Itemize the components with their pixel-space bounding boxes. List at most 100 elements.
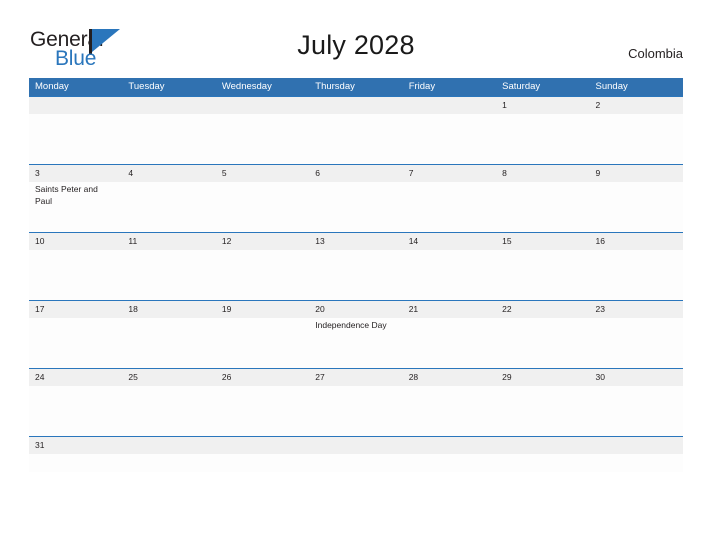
day-cell-empty <box>402 437 497 454</box>
day-of-week-wednesday: Wednesday <box>221 81 272 92</box>
day-events-14 <box>403 250 496 300</box>
day-events-13 <box>309 250 402 300</box>
day-events-24 <box>29 386 122 436</box>
country-label: Colombia <box>628 46 683 61</box>
day-cell-17[interactable]: 17 <box>29 301 123 318</box>
day-cell-31[interactable]: 31 <box>29 437 123 454</box>
day-events-empty <box>403 454 496 472</box>
day-cell-20[interactable]: 20 <box>309 301 403 318</box>
day-number <box>29 97 123 114</box>
week-daynumber-strip: 17 18 19 20 21 22 23 <box>29 301 683 318</box>
day-cell-12[interactable]: 12 <box>215 233 310 250</box>
day-cell-15[interactable]: 15 <box>496 233 590 250</box>
day-cell-24[interactable]: 24 <box>29 369 123 386</box>
calendar-week-row: 3 4 5 6 7 8 9 Saints Peter and Paul <box>29 164 683 232</box>
day-cell-empty <box>215 437 310 454</box>
day-cell-22[interactable]: 22 <box>496 301 590 318</box>
day-cell-10[interactable]: 10 <box>29 233 123 250</box>
day-cell-8[interactable]: 8 <box>496 165 590 182</box>
day-events-20: Independence Day <box>309 318 402 368</box>
day-cell-empty <box>589 437 683 454</box>
day-number: 21 <box>402 301 497 318</box>
day-number: 1 <box>496 97 590 114</box>
day-events-empty <box>29 114 122 164</box>
day-cell-empty <box>122 437 216 454</box>
day-number <box>215 437 310 454</box>
day-cell-26[interactable]: 26 <box>215 369 310 386</box>
day-cell-7[interactable]: 7 <box>402 165 497 182</box>
day-events-empty <box>403 114 496 164</box>
week-daynumber-strip: 10 11 12 13 14 15 16 <box>29 233 683 250</box>
day-number: 6 <box>309 165 403 182</box>
day-number: 18 <box>122 301 216 318</box>
day-number <box>122 97 216 114</box>
day-events-empty <box>122 114 215 164</box>
day-cell-18[interactable]: 18 <box>122 301 216 318</box>
day-events-9 <box>590 182 683 232</box>
day-cell-11[interactable]: 11 <box>122 233 216 250</box>
day-number: 8 <box>496 165 590 182</box>
day-cell-23[interactable]: 23 <box>589 301 683 318</box>
day-of-week-header: Monday Tuesday Wednesday Thursday Friday Satu… <box>29 78 683 96</box>
day-cell-6[interactable]: 6 <box>309 165 403 182</box>
day-cell-30[interactable]: 30 <box>589 369 683 386</box>
day-number: 9 <box>589 165 683 182</box>
day-cell-2[interactable]: 2 <box>589 97 683 114</box>
day-number: 23 <box>589 301 683 318</box>
day-events-empty <box>309 114 402 164</box>
day-events-3: Saints Peter and Paul <box>29 182 122 232</box>
day-number <box>589 437 683 454</box>
day-number: 2 <box>589 97 683 114</box>
day-cell-3[interactable]: 3 <box>29 165 123 182</box>
day-events-16 <box>590 250 683 300</box>
day-number <box>122 437 216 454</box>
day-cell-empty <box>215 97 310 114</box>
day-cell-1[interactable]: 1 <box>496 97 590 114</box>
week-daynumber-strip: 12 <box>29 97 683 114</box>
day-events-27 <box>309 386 402 436</box>
day-number: 24 <box>29 369 123 386</box>
day-number: 25 <box>122 369 216 386</box>
day-cell-16[interactable]: 16 <box>589 233 683 250</box>
day-events-7 <box>403 182 496 232</box>
day-number: 26 <box>215 369 310 386</box>
day-cell-empty <box>29 97 123 114</box>
day-cell-5[interactable]: 5 <box>215 165 310 182</box>
day-events-11 <box>122 250 215 300</box>
day-number: 11 <box>122 233 216 250</box>
day-events-26 <box>216 386 309 436</box>
week-event-area <box>29 454 683 472</box>
day-events-empty <box>122 454 215 472</box>
day-cell-25[interactable]: 25 <box>122 369 216 386</box>
day-cell-27[interactable]: 27 <box>309 369 403 386</box>
day-events-empty <box>216 454 309 472</box>
day-number: 7 <box>402 165 497 182</box>
day-of-week-thursday: Thursday <box>315 81 355 92</box>
day-cell-9[interactable]: 9 <box>589 165 683 182</box>
day-cell-29[interactable]: 29 <box>496 369 590 386</box>
day-cell-21[interactable]: 21 <box>402 301 497 318</box>
day-of-week-friday: Friday <box>408 81 436 92</box>
day-cell-28[interactable]: 28 <box>402 369 497 386</box>
day-events-21 <box>403 318 496 368</box>
day-number <box>309 97 403 114</box>
day-number: 3 <box>29 165 123 182</box>
day-events-empty <box>216 114 309 164</box>
day-events-18 <box>122 318 215 368</box>
day-cell-4[interactable]: 4 <box>122 165 216 182</box>
day-cell-14[interactable]: 14 <box>402 233 497 250</box>
week-event-area: Saints Peter and Paul <box>29 182 683 232</box>
day-cell-13[interactable]: 13 <box>309 233 403 250</box>
day-number: 15 <box>496 233 590 250</box>
calendar-week-row: 24 25 26 27 28 29 30 <box>29 368 683 436</box>
calendar-grid: Monday Tuesday Wednesday Thursday Friday Satu… <box>29 78 683 472</box>
calendar-week-row: 10 11 12 13 14 15 16 <box>29 232 683 300</box>
day-events-23 <box>590 318 683 368</box>
day-number: 22 <box>496 301 590 318</box>
day-cell-empty <box>122 97 216 114</box>
day-events-8 <box>496 182 589 232</box>
day-events-25 <box>122 386 215 436</box>
day-events-15 <box>496 250 589 300</box>
page-title: July 2028 <box>297 30 415 60</box>
day-cell-19[interactable]: 19 <box>215 301 310 318</box>
